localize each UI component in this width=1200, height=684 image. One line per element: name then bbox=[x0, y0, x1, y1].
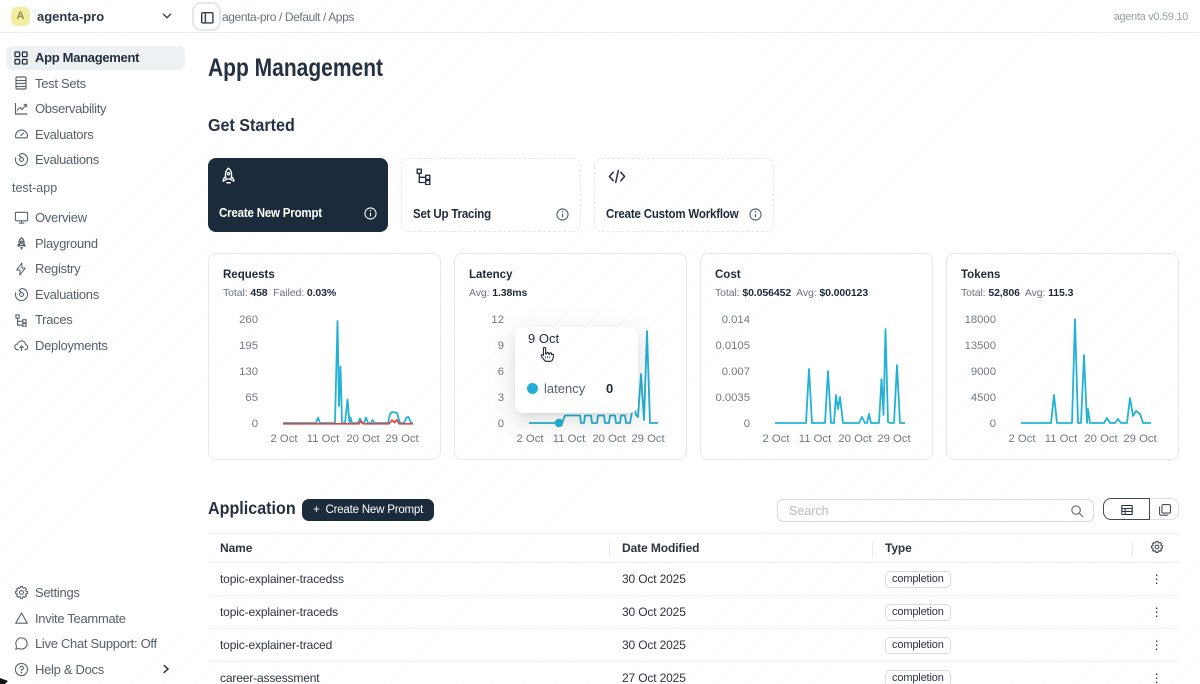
svg-text:9: 9 bbox=[498, 340, 504, 352]
svg-text:2 Oct: 2 Oct bbox=[271, 433, 299, 445]
svg-text:4500: 4500 bbox=[971, 392, 996, 404]
svg-text:65: 65 bbox=[245, 392, 258, 404]
svg-text:9000: 9000 bbox=[971, 366, 996, 378]
svg-text:18000: 18000 bbox=[965, 314, 996, 326]
svg-text:20 Oct: 20 Oct bbox=[346, 433, 380, 445]
svg-text:3: 3 bbox=[498, 392, 504, 404]
svg-text:260: 260 bbox=[239, 314, 258, 326]
svg-text:29 Oct: 29 Oct bbox=[877, 433, 911, 445]
svg-text:195: 195 bbox=[239, 340, 258, 352]
svg-text:29 Oct: 29 Oct bbox=[1123, 433, 1157, 445]
svg-text:130: 130 bbox=[239, 366, 258, 378]
svg-text:0.0105: 0.0105 bbox=[715, 340, 750, 352]
svg-text:2 Oct: 2 Oct bbox=[517, 433, 545, 445]
svg-text:11 Oct: 11 Oct bbox=[1045, 433, 1078, 445]
svg-text:11 Oct: 11 Oct bbox=[307, 433, 340, 445]
svg-text:2 Oct: 2 Oct bbox=[1009, 433, 1037, 445]
svg-text:2 Oct: 2 Oct bbox=[763, 433, 791, 445]
svg-text:0.014: 0.014 bbox=[722, 314, 750, 326]
svg-text:12: 12 bbox=[491, 314, 504, 326]
svg-text:11 Oct: 11 Oct bbox=[553, 433, 586, 445]
svg-text:0.0035: 0.0035 bbox=[715, 392, 750, 404]
svg-text:0: 0 bbox=[498, 418, 504, 430]
svg-text:20 Oct: 20 Oct bbox=[592, 433, 626, 445]
svg-text:29 Oct: 29 Oct bbox=[385, 433, 419, 445]
svg-text:13500: 13500 bbox=[965, 340, 996, 352]
svg-text:0: 0 bbox=[252, 418, 258, 430]
svg-text:11 Oct: 11 Oct bbox=[799, 433, 832, 445]
svg-text:20 Oct: 20 Oct bbox=[1084, 433, 1118, 445]
svg-text:20 Oct: 20 Oct bbox=[838, 433, 872, 445]
svg-text:0: 0 bbox=[990, 418, 996, 430]
svg-text:0: 0 bbox=[744, 418, 750, 430]
svg-text:6: 6 bbox=[498, 366, 504, 378]
svg-text:0.007: 0.007 bbox=[722, 366, 750, 378]
svg-text:29 Oct: 29 Oct bbox=[631, 433, 665, 445]
